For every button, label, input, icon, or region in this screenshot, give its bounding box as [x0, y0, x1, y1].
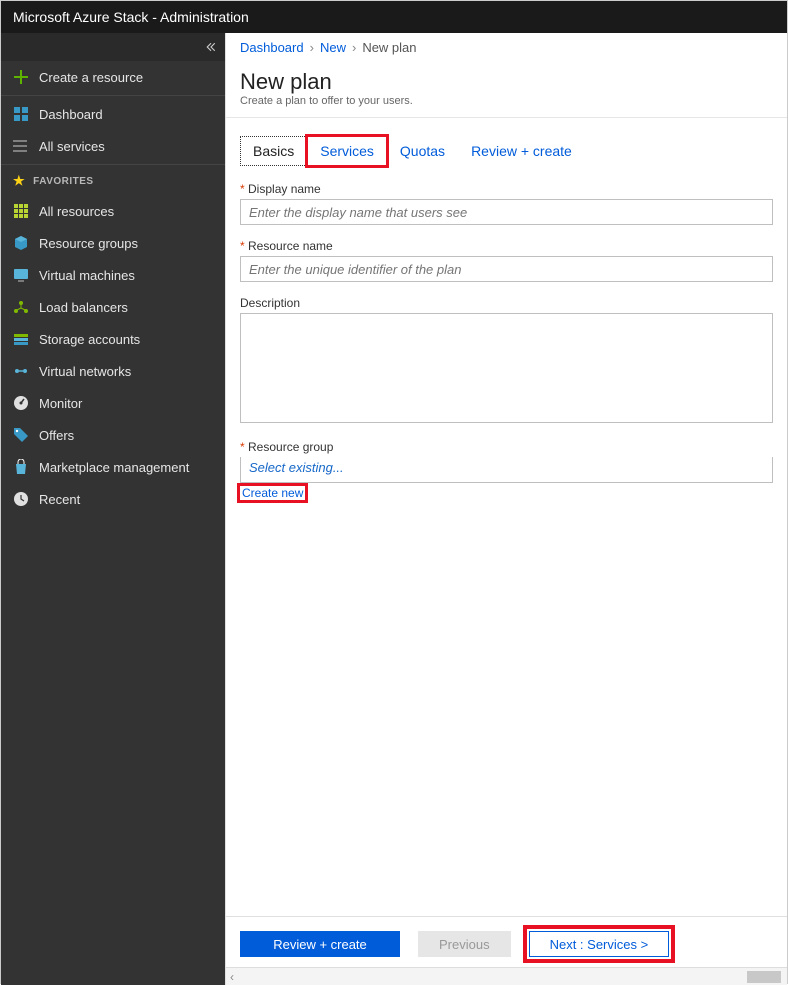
tab-services[interactable]: Services: [307, 136, 387, 166]
cube-icon: [13, 235, 29, 251]
sidebar-item-label: Virtual networks: [39, 364, 131, 379]
divider: [1, 95, 225, 96]
sidebar-item-virtual-machines[interactable]: Virtual machines: [1, 259, 225, 291]
sidebar-item-label: Marketplace management: [39, 460, 189, 475]
tab-quotas[interactable]: Quotas: [387, 136, 458, 166]
description-input[interactable]: [240, 313, 773, 423]
sidebar-item-monitor[interactable]: Monitor: [1, 387, 225, 419]
network-icon: [13, 363, 29, 379]
create-new-link[interactable]: Create new: [240, 486, 305, 500]
sidebar-dashboard[interactable]: Dashboard: [1, 98, 225, 130]
sidebar-item-label: Monitor: [39, 396, 82, 411]
sidebar-all-services[interactable]: All services: [1, 130, 225, 162]
resource-name-label: Resource name: [240, 239, 773, 253]
top-bar: Microsoft Azure Stack - Administration: [1, 1, 787, 33]
field-display-name: Display name: [240, 182, 773, 225]
page-subtitle: Create a plan to offer to your users.: [240, 95, 773, 107]
tab-bar: Basics Services Quotas Review + create: [240, 136, 773, 166]
display-name-input[interactable]: [240, 199, 773, 225]
favorites-header: ★ FAVORITES: [1, 167, 225, 195]
breadcrumb: Dashboard › New › New plan: [226, 33, 787, 63]
footer-buttons: Review + create Previous Next : Services…: [226, 917, 787, 967]
scroll-left-icon[interactable]: ‹: [230, 970, 234, 984]
storage-icon: [13, 331, 29, 347]
chevron-right-icon: ›: [310, 40, 314, 55]
sidebar-item-marketplace[interactable]: Marketplace management: [1, 451, 225, 483]
description-label: Description: [240, 296, 773, 310]
chevron-right-icon: ›: [352, 40, 356, 55]
sidebar-item-label: Create a resource: [39, 70, 143, 85]
sidebar-item-all-resources[interactable]: All resources: [1, 195, 225, 227]
favorites-label: FAVORITES: [33, 176, 93, 187]
page-title: New plan: [240, 69, 773, 95]
sidebar-item-label: All services: [39, 139, 105, 154]
list-icon: [13, 138, 29, 154]
divider: [1, 164, 225, 165]
horizontal-scrollbar[interactable]: ‹: [226, 967, 787, 985]
sidebar-item-label: All resources: [39, 204, 114, 219]
sidebar-item-label: Resource groups: [39, 236, 138, 251]
sidebar-item-load-balancers[interactable]: Load balancers: [1, 291, 225, 323]
app-title: Microsoft Azure Stack - Administration: [13, 9, 249, 25]
next-services-button[interactable]: Next : Services >: [529, 931, 670, 957]
dashboard-icon: [13, 106, 29, 122]
sidebar-item-resource-groups[interactable]: Resource groups: [1, 227, 225, 259]
resource-name-input[interactable]: [240, 256, 773, 282]
content-pane: Dashboard › New › New plan New plan Crea…: [225, 33, 787, 985]
review-create-button[interactable]: Review + create: [240, 931, 400, 957]
clock-icon: [13, 491, 29, 507]
footer: Review + create Previous Next : Services…: [226, 916, 787, 985]
tab-review-create[interactable]: Review + create: [458, 136, 585, 166]
resource-group-select[interactable]: Select existing...: [240, 457, 773, 483]
sidebar-item-label: Virtual machines: [39, 268, 135, 283]
tag-icon: [13, 427, 29, 443]
sidebar-item-label: Load balancers: [39, 300, 128, 315]
field-resource-group: Resource group Select existing... Create…: [240, 440, 773, 500]
display-name-label: Display name: [240, 182, 773, 196]
sidebar-create-resource[interactable]: Create a resource: [1, 61, 225, 93]
sidebar: Create a resource Dashboard All services…: [1, 33, 225, 985]
next-highlight: Next : Services >: [529, 931, 670, 957]
breadcrumb-link[interactable]: Dashboard: [240, 40, 304, 55]
star-icon: ★: [13, 173, 25, 189]
grid-icon: [13, 203, 29, 219]
resource-group-label: Resource group: [240, 440, 773, 454]
collapse-sidebar-button[interactable]: [1, 33, 225, 61]
sidebar-item-label: Dashboard: [39, 107, 103, 122]
field-resource-name: Resource name: [240, 239, 773, 282]
monitor-icon: [13, 395, 29, 411]
breadcrumb-link[interactable]: New: [320, 40, 346, 55]
scroll-thumb[interactable]: [747, 971, 781, 983]
sidebar-item-label: Recent: [39, 492, 80, 507]
sidebar-item-offers[interactable]: Offers: [1, 419, 225, 451]
bag-icon: [13, 459, 29, 475]
chevron-double-left-icon: [205, 41, 217, 53]
form-area: Basics Services Quotas Review + create D…: [226, 118, 787, 985]
load-balancer-icon: [13, 299, 29, 315]
previous-button: Previous: [418, 931, 511, 957]
sidebar-item-recent[interactable]: Recent: [1, 483, 225, 515]
sidebar-item-label: Storage accounts: [39, 332, 140, 347]
vm-icon: [13, 267, 29, 283]
sidebar-item-label: Offers: [39, 428, 74, 443]
page-header: New plan Create a plan to offer to your …: [226, 63, 787, 118]
field-description: Description: [240, 296, 773, 426]
sidebar-item-storage-accounts[interactable]: Storage accounts: [1, 323, 225, 355]
plus-icon: [13, 69, 29, 85]
main-wrap: Create a resource Dashboard All services…: [1, 33, 787, 985]
breadcrumb-current: New plan: [362, 40, 416, 55]
tab-basics[interactable]: Basics: [240, 136, 307, 166]
sidebar-item-virtual-networks[interactable]: Virtual networks: [1, 355, 225, 387]
